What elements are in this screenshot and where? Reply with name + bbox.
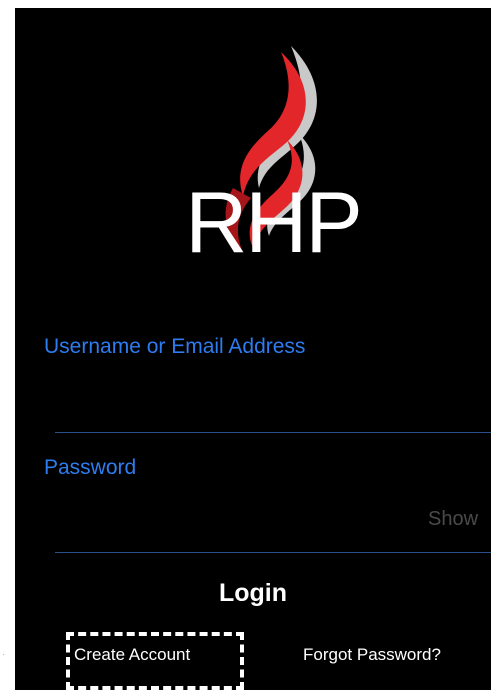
password-label: Password bbox=[44, 456, 137, 479]
password-input[interactable] bbox=[55, 504, 429, 546]
username-input[interactable] bbox=[55, 386, 491, 428]
password-underline bbox=[55, 552, 491, 553]
login-screen: RHP Username or Email Address Password S… bbox=[15, 8, 491, 690]
create-account-button[interactable]: Create Account bbox=[74, 645, 190, 665]
edge-mark: · bbox=[2, 650, 5, 659]
show-password-button[interactable]: Show bbox=[428, 508, 478, 531]
username-underline bbox=[55, 432, 491, 433]
forgot-password-button[interactable]: Forgot Password? bbox=[303, 645, 441, 665]
rhp-logo: RHP bbox=[173, 38, 373, 268]
username-label: Username or Email Address bbox=[44, 335, 306, 358]
logo-text: RHP bbox=[185, 175, 363, 271]
login-button[interactable]: Login bbox=[15, 579, 491, 608]
